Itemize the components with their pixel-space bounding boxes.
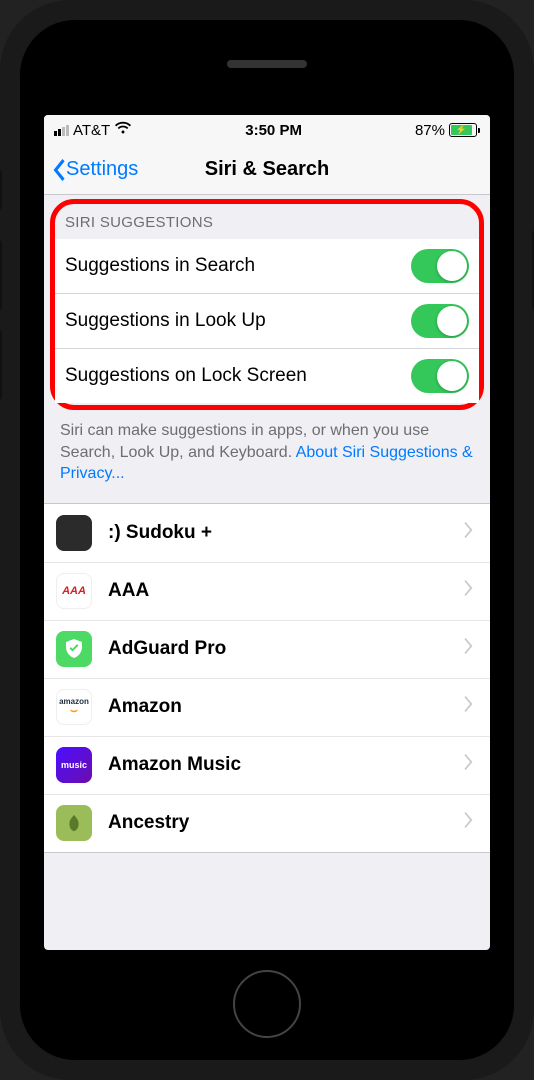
app-icon: amazon⌣: [56, 689, 92, 725]
chevron-right-icon: [464, 580, 474, 602]
app-icon: music: [56, 747, 92, 783]
siri-suggestions-footer: Siri can make suggestions in apps, or wh…: [44, 410, 490, 503]
nav-bar: Settings Siri & Search: [44, 145, 490, 195]
carrier-label: AT&T: [73, 122, 110, 139]
app-name-label: Ancestry: [108, 812, 464, 834]
chevron-right-icon: [464, 696, 474, 718]
app-row[interactable]: amazon⌣ Amazon: [44, 678, 490, 736]
status-bar: AT&T 3:50 PM 87% ⚡: [44, 115, 490, 145]
app-row[interactable]: music Amazon Music: [44, 736, 490, 794]
suggestions-on-lockscreen-row: Suggestions on Lock Screen: [55, 348, 479, 403]
app-icon: [56, 631, 92, 667]
app-name-label: Amazon: [108, 696, 464, 718]
app-row[interactable]: AAA AAA: [44, 562, 490, 620]
app-list: :) Sudoku + AAA AAA AdGuard Pro amazon⌣ Amazo…: [44, 503, 490, 853]
scroll-area[interactable]: SIRI SUGGESTIONS Suggestions in Search S…: [44, 195, 490, 950]
app-row[interactable]: AdGuard Pro: [44, 620, 490, 678]
app-name-label: AAA: [108, 580, 464, 602]
mute-switch: [0, 170, 2, 210]
phone-bezel: AT&T 3:50 PM 87% ⚡ Se: [20, 20, 514, 1060]
screen: AT&T 3:50 PM 87% ⚡ Se: [44, 115, 490, 950]
app-icon: [56, 805, 92, 841]
wifi-icon: [114, 121, 132, 139]
suggestions-in-search-row: Suggestions in Search: [55, 239, 479, 293]
app-row[interactable]: Ancestry: [44, 794, 490, 852]
app-name-label: :) Sudoku +: [108, 522, 464, 544]
app-name-label: Amazon Music: [108, 754, 464, 776]
chevron-right-icon: [464, 754, 474, 776]
app-icon: AAA: [56, 573, 92, 609]
toggle-label: Suggestions on Lock Screen: [65, 365, 411, 387]
app-row[interactable]: :) Sudoku +: [44, 504, 490, 562]
suggestions-in-search-toggle[interactable]: [411, 249, 469, 283]
chevron-right-icon: [464, 812, 474, 834]
battery-percent-label: 87%: [415, 122, 445, 139]
back-button[interactable]: Settings: [44, 158, 138, 181]
suggestions-in-lookup-toggle[interactable]: [411, 304, 469, 338]
siri-suggestions-group: Suggestions in Search Suggestions in Loo…: [55, 239, 479, 403]
siri-suggestions-header: SIRI SUGGESTIONS: [55, 204, 479, 239]
home-button[interactable]: [233, 970, 301, 1038]
toggle-label: Suggestions in Look Up: [65, 310, 411, 332]
clock-label: 3:50 PM: [245, 122, 302, 139]
signal-icon: [54, 125, 69, 136]
battery-icon: ⚡: [449, 123, 480, 137]
volume-down-button: [0, 330, 2, 400]
chevron-right-icon: [464, 638, 474, 660]
back-label: Settings: [66, 158, 138, 181]
speaker-grille: [227, 60, 307, 68]
toggle-label: Suggestions in Search: [65, 255, 411, 277]
volume-up-button: [0, 240, 2, 310]
suggestions-in-lookup-row: Suggestions in Look Up: [55, 293, 479, 348]
suggestions-on-lockscreen-toggle[interactable]: [411, 359, 469, 393]
chevron-right-icon: [464, 522, 474, 544]
app-icon: [56, 515, 92, 551]
siri-suggestions-highlight: SIRI SUGGESTIONS Suggestions in Search S…: [50, 199, 484, 410]
app-name-label: AdGuard Pro: [108, 638, 464, 660]
phone-frame: AT&T 3:50 PM 87% ⚡ Se: [0, 0, 534, 1080]
